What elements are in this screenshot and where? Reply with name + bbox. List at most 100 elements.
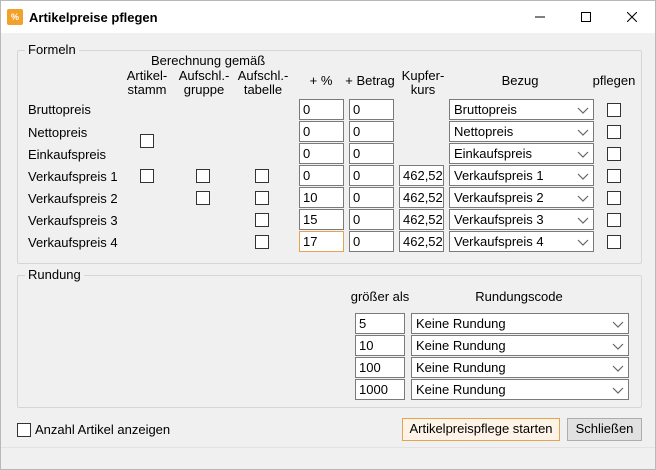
bezug-select-value: Verkaufspreis 3: [454, 212, 544, 227]
betrag-input-nettopreis[interactable]: 0: [349, 121, 394, 142]
close-icon: [627, 12, 637, 22]
rundungscode-select-4[interactable]: Keine Rundung: [411, 379, 629, 400]
betrag-input-verkaufspreis-3[interactable]: 0: [349, 209, 394, 230]
checkbox-aufschltabelle-verkaufspreis-3[interactable]: [255, 213, 269, 227]
chevron-down-icon: [577, 173, 589, 180]
header-pflegen: pflegen: [592, 73, 636, 88]
header-berechnung: Berechnung gemäß: [151, 53, 266, 68]
maximize-button[interactable]: [563, 1, 609, 33]
header-aufschl-gruppe-line2: gruppe: [183, 82, 225, 97]
chevron-down-icon: [577, 239, 589, 246]
header-artikelstamm-line1: Artikel-: [126, 68, 168, 83]
checkbox-artikelstamm-nettopreis[interactable]: [140, 134, 154, 148]
chevron-down-icon: [577, 217, 589, 224]
checkbox-aufschlgruppe-verkaufspreis-2[interactable]: [196, 191, 210, 205]
bezug-select-value: Nettopreis: [454, 124, 514, 139]
bezug-select-verkaufspreis-2[interactable]: Verkaufspreis 2: [449, 187, 594, 208]
kupferkurs-input-verkaufspreis-2[interactable]: 462,52: [399, 187, 444, 208]
bezug-select-bruttopreis[interactable]: Bruttopreis: [449, 99, 594, 120]
header-plus-prozent: + %: [309, 73, 333, 88]
checkbox-pflegen-verkaufspreis-4[interactable]: [607, 235, 621, 249]
groesser-input-2[interactable]: 10: [355, 335, 405, 356]
groesser-input-1[interactable]: 5: [355, 313, 405, 334]
header-aufschl-tabelle: Aufschl.- tabelle: [234, 69, 292, 97]
checkbox-artikelstamm-verkaufspreis-1[interactable]: [140, 169, 154, 183]
prozent-input-bruttopreis[interactable]: 0: [299, 99, 344, 120]
rundungscode-select-2[interactable]: Keine Rundung: [411, 335, 629, 356]
betrag-input-verkaufspreis-4[interactable]: 0: [349, 231, 394, 252]
chevron-down-icon: [612, 387, 624, 394]
chevron-down-icon: [612, 321, 624, 328]
header-artikelstamm: Artikel- stamm: [119, 69, 175, 97]
chevron-down-icon: [612, 365, 624, 372]
kupferkurs-input-verkaufspreis-3[interactable]: 462,52: [399, 209, 444, 230]
rundungscode-select-value: Keine Rundung: [416, 360, 506, 375]
prozent-input-nettopreis[interactable]: 0: [299, 121, 344, 142]
bezug-select-value: Verkaufspreis 2: [454, 190, 544, 205]
bezug-select-nettopreis[interactable]: Nettopreis: [449, 121, 594, 142]
checkbox-anzahl-artikel[interactable]: [17, 423, 31, 437]
checkbox-aufschltabelle-verkaufspreis-1[interactable]: [255, 169, 269, 183]
app-icon: %: [7, 9, 23, 25]
checkbox-pflegen-verkaufspreis-3[interactable]: [607, 213, 621, 227]
betrag-input-verkaufspreis-2[interactable]: 0: [349, 187, 394, 208]
rundungscode-select-1[interactable]: Keine Rundung: [411, 313, 629, 334]
close-window-button[interactable]: [609, 1, 655, 33]
groesser-input-4[interactable]: 1000: [355, 379, 405, 400]
checkbox-pflegen-einkaufspreis[interactable]: [607, 147, 621, 161]
chevron-down-icon: [577, 129, 589, 136]
rundungscode-select-3[interactable]: Keine Rundung: [411, 357, 629, 378]
chevron-down-icon: [612, 343, 624, 350]
prozent-input-verkaufspreis-2[interactable]: 10: [299, 187, 344, 208]
row-label-verkaufspreis-3: Verkaufspreis 3: [28, 213, 118, 228]
bezug-select-verkaufspreis-3[interactable]: Verkaufspreis 3: [449, 209, 594, 230]
formeln-legend: Formeln: [25, 42, 79, 57]
chevron-down-icon: [577, 195, 589, 202]
kupferkurs-input-verkaufspreis-1[interactable]: 462,52: [399, 165, 444, 186]
prozent-input-verkaufspreis-4[interactable]: 17: [299, 231, 344, 252]
footer-divider: [1, 447, 655, 448]
bezug-select-verkaufspreis-4[interactable]: Verkaufspreis 4: [449, 231, 594, 252]
header-aufschl-tabelle-line1: Aufschl.-: [237, 68, 289, 83]
minimize-icon: [535, 16, 545, 18]
rundungscode-select-value: Keine Rundung: [416, 338, 506, 353]
checkbox-aufschltabelle-verkaufspreis-4[interactable]: [255, 235, 269, 249]
prozent-input-einkaufspreis[interactable]: 0: [299, 143, 344, 164]
betrag-input-verkaufspreis-1[interactable]: 0: [349, 165, 394, 186]
header-kupferkurs-line1: Kupfer-: [401, 68, 445, 83]
maximize-icon: [581, 12, 591, 22]
checkbox-aufschlgruppe-verkaufspreis-1[interactable]: [196, 169, 210, 183]
row-label-einkaufspreis: Einkaufspreis: [28, 147, 107, 162]
header-aufschl-tabelle-line2: tabelle: [243, 82, 283, 97]
checkbox-pflegen-bruttopreis[interactable]: [607, 103, 621, 117]
prozent-input-verkaufspreis-3[interactable]: 15: [299, 209, 344, 230]
betrag-input-einkaufspreis[interactable]: 0: [349, 143, 394, 164]
checkbox-aufschltabelle-verkaufspreis-2[interactable]: [255, 191, 269, 205]
bezug-select-value: Verkaufspreis 1: [454, 168, 544, 183]
bezug-select-value: Verkaufspreis 4: [454, 234, 544, 249]
start-artikelpreispflege-button[interactable]: Artikelpreispflege starten: [402, 418, 560, 441]
rundung-legend: Rundung: [25, 267, 84, 282]
anzahl-artikel-label: Anzahl Artikel anzeigen: [35, 422, 171, 437]
prozent-input-verkaufspreis-1[interactable]: 0: [299, 165, 344, 186]
header-aufschl-gruppe: Aufschl.- gruppe: [175, 69, 233, 97]
title-bar: % Artikelpreise pflegen: [1, 1, 655, 33]
header-kupferkurs: Kupfer- kurs: [397, 69, 449, 97]
row-label-nettopreis: Nettopreis: [28, 125, 88, 140]
dialog-window: % Artikelpreise pflegen Formeln Berechnu…: [0, 0, 656, 470]
bezug-select-einkaufspreis[interactable]: Einkaufspreis: [449, 143, 594, 164]
checkbox-pflegen-verkaufspreis-1[interactable]: [607, 169, 621, 183]
kupferkurs-input-verkaufspreis-4[interactable]: 462,52: [399, 231, 444, 252]
header-plus-betrag: + Betrag: [345, 73, 395, 88]
minimize-button[interactable]: [517, 1, 563, 33]
bezug-select-verkaufspreis-1[interactable]: Verkaufspreis 1: [449, 165, 594, 186]
betrag-input-bruttopreis[interactable]: 0: [349, 99, 394, 120]
checkbox-pflegen-verkaufspreis-2[interactable]: [607, 191, 621, 205]
row-label-verkaufspreis-4: Verkaufspreis 4: [28, 235, 118, 250]
rundungscode-select-value: Keine Rundung: [416, 316, 506, 331]
header-rundungscode: Rundungscode: [475, 289, 563, 304]
groesser-input-3[interactable]: 100: [355, 357, 405, 378]
row-label-verkaufspreis-2: Verkaufspreis 2: [28, 191, 118, 206]
checkbox-pflegen-nettopreis[interactable]: [607, 125, 621, 139]
close-button[interactable]: Schließen: [567, 418, 642, 441]
